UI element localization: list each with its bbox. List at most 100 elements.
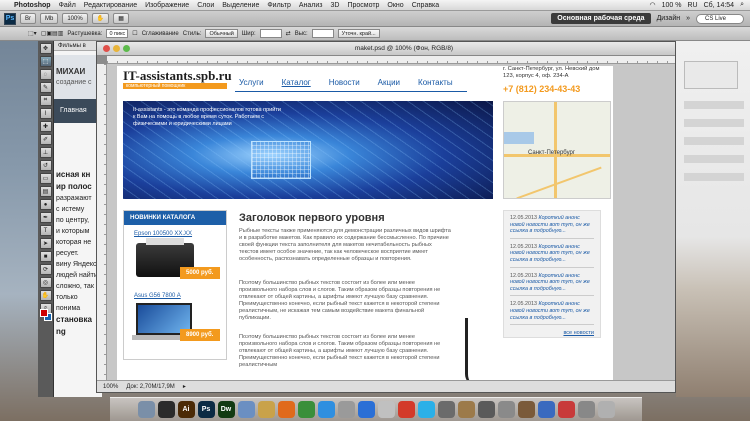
history-brush-tool-icon[interactable]: ↺ <box>39 160 52 171</box>
marquee-tool-icon[interactable]: ⬚ <box>39 56 52 67</box>
dock-app-icon[interactable] <box>437 401 455 418</box>
refine-edge-button[interactable]: Уточн. край... <box>337 29 380 38</box>
heal-tool-icon[interactable]: ✚ <box>39 121 52 132</box>
tool-preset-icon[interactable]: ⬚▾ <box>28 30 37 37</box>
lasso-tool-icon[interactable]: ◌ <box>39 69 52 80</box>
dock-app-icon[interactable] <box>497 401 515 418</box>
menu-file[interactable]: Файл <box>59 2 76 9</box>
dock-app-icon[interactable] <box>137 401 155 418</box>
foreground-color-swatch[interactable] <box>40 309 48 317</box>
zoom-level-select[interactable]: 100% <box>62 13 88 24</box>
selection-mode-icons[interactable]: ▢▣▤▥ <box>41 30 64 37</box>
menu-edit[interactable]: Редактирование <box>84 2 137 9</box>
spotlight-icon[interactable]: ⌕ <box>740 1 744 9</box>
feather-input[interactable]: 0 пикс <box>106 29 129 38</box>
dock-app-icon[interactable] <box>317 401 335 418</box>
dock-app-icon[interactable] <box>477 401 495 418</box>
dock-app-icon[interactable] <box>517 401 535 418</box>
close-window-icon[interactable] <box>103 45 110 52</box>
workspace-design[interactable]: Дизайн <box>657 15 681 22</box>
menu-filter[interactable]: Фильтр <box>267 2 291 9</box>
move-tool-icon[interactable]: ✥ <box>39 43 52 54</box>
news-item[interactable]: 12.05.2013 Короткий анонс новой новости … <box>510 215 594 239</box>
bridge-button[interactable]: Br <box>20 13 36 24</box>
news-item[interactable]: 12.05.2013 Короткий анонс новой новости … <box>510 244 594 268</box>
product-card[interactable]: 5000 руб. <box>132 238 220 287</box>
workspace-essentials[interactable]: Основная рабочая среда <box>551 13 651 24</box>
horizontal-ruler[interactable] <box>107 56 675 64</box>
dock-app-icon[interactable]: Dw <box>217 401 235 418</box>
menu-3d[interactable]: 3D <box>331 2 340 9</box>
3d-rotate-tool-icon[interactable]: ⟳ <box>39 264 52 275</box>
width-input[interactable] <box>259 29 282 38</box>
eraser-tool-icon[interactable]: ▭ <box>39 173 52 184</box>
minibridge-button[interactable]: Mb <box>40 13 59 24</box>
menu-layers[interactable]: Слои <box>197 2 214 9</box>
menu-app-name[interactable]: Photoshop <box>14 2 51 9</box>
dock-app-icon[interactable] <box>377 401 395 418</box>
pen-tool-icon[interactable]: ✒ <box>39 212 52 223</box>
swap-icon[interactable]: ⇄ <box>286 30 291 37</box>
dock-app-icon[interactable] <box>257 401 275 418</box>
vertical-ruler[interactable] <box>97 64 107 380</box>
dock-app-icon[interactable] <box>537 401 555 418</box>
menu-view[interactable]: Просмотр <box>347 2 379 9</box>
hand-tool-icon[interactable]: ✋ <box>39 290 52 301</box>
menu-help[interactable]: Справка <box>412 2 439 9</box>
dock-app-icon[interactable] <box>297 401 315 418</box>
dock-app-icon[interactable] <box>337 401 355 418</box>
style-select[interactable]: Обычный <box>205 29 238 38</box>
menu-window[interactable]: Окно <box>387 2 403 9</box>
battery-status[interactable]: 100 % <box>662 2 682 9</box>
news-item[interactable]: 12.05.2013 Короткий анонс новой новости … <box>510 273 594 297</box>
dock-app-icon[interactable]: Ai <box>177 401 195 418</box>
dock-app-icon[interactable] <box>237 401 255 418</box>
arrange-documents-button[interactable]: ▦ <box>113 13 129 24</box>
dock-app-icon[interactable] <box>277 401 295 418</box>
dock-app-icon[interactable] <box>397 401 415 418</box>
wifi-icon[interactable]: ◠ <box>650 1 656 9</box>
input-language[interactable]: RU <box>687 2 697 9</box>
nav-promos[interactable]: Акции <box>378 78 400 87</box>
dock-app-icon[interactable] <box>357 401 375 418</box>
menu-analysis[interactable]: Анализ <box>299 2 323 9</box>
dodge-tool-icon[interactable]: ● <box>39 199 52 210</box>
3d-camera-tool-icon[interactable]: ◎ <box>39 277 52 288</box>
eyedropper-tool-icon[interactable]: ⌇ <box>39 108 52 119</box>
browser-tab[interactable]: Фильмы в <box>54 41 102 51</box>
status-zoom[interactable]: 100% <box>103 384 118 390</box>
news-item[interactable]: 12.05.2013 Короткий анонс новой новости … <box>510 301 594 326</box>
menu-select[interactable]: Выделение <box>222 2 259 9</box>
crop-tool-icon[interactable]: ⌗ <box>39 95 52 106</box>
product-card[interactable]: 8900 руб. <box>132 301 220 349</box>
minimize-window-icon[interactable] <box>113 45 120 52</box>
type-tool-icon[interactable]: T <box>39 225 52 236</box>
gradient-tool-icon[interactable]: ▤ <box>39 186 52 197</box>
clock[interactable]: Сб, 14:54 <box>704 2 734 9</box>
nav-catalog[interactable]: Каталог <box>282 78 311 87</box>
antialias-checkbox[interactable]: ☐ <box>132 30 137 37</box>
nav-services[interactable]: Услуги <box>239 78 264 87</box>
document-titlebar[interactable]: maket.psd @ 100% (Фон, RGB/8) <box>97 42 675 56</box>
dock-app-icon[interactable] <box>577 401 595 418</box>
status-doc-size[interactable]: Док: 2,70М/17,9М <box>126 384 174 390</box>
stamp-tool-icon[interactable]: ⊥ <box>39 147 52 158</box>
bg-page-nav[interactable]: Главная <box>54 99 102 123</box>
dock-app-icon[interactable] <box>557 401 575 418</box>
dock-app-icon[interactable] <box>457 401 475 418</box>
workspace-more-icon[interactable]: » <box>686 15 690 22</box>
product-name[interactable]: Asus G56 7800 A <box>124 293 226 299</box>
quick-select-tool-icon[interactable]: ✎ <box>39 82 52 93</box>
nav-contacts[interactable]: Контакты <box>418 78 453 87</box>
cs-live-button[interactable]: CS Live <box>696 13 744 24</box>
brush-tool-icon[interactable]: ✐ <box>39 134 52 145</box>
dock-app-icon[interactable]: Ps <box>197 401 215 418</box>
hand-tool-button[interactable]: ✋ <box>91 13 110 24</box>
menu-image[interactable]: Изображение <box>145 2 189 9</box>
product-name[interactable]: Epson 100500 XX.XX <box>124 231 226 237</box>
canvas[interactable]: IT-assistants.spb.ru компьютерный помощн… <box>107 64 675 380</box>
status-arrow-icon[interactable]: ▸ <box>183 383 186 390</box>
dock-app-icon[interactable] <box>597 401 615 418</box>
dock-app-icon[interactable] <box>157 401 175 418</box>
height-input[interactable] <box>311 29 334 38</box>
